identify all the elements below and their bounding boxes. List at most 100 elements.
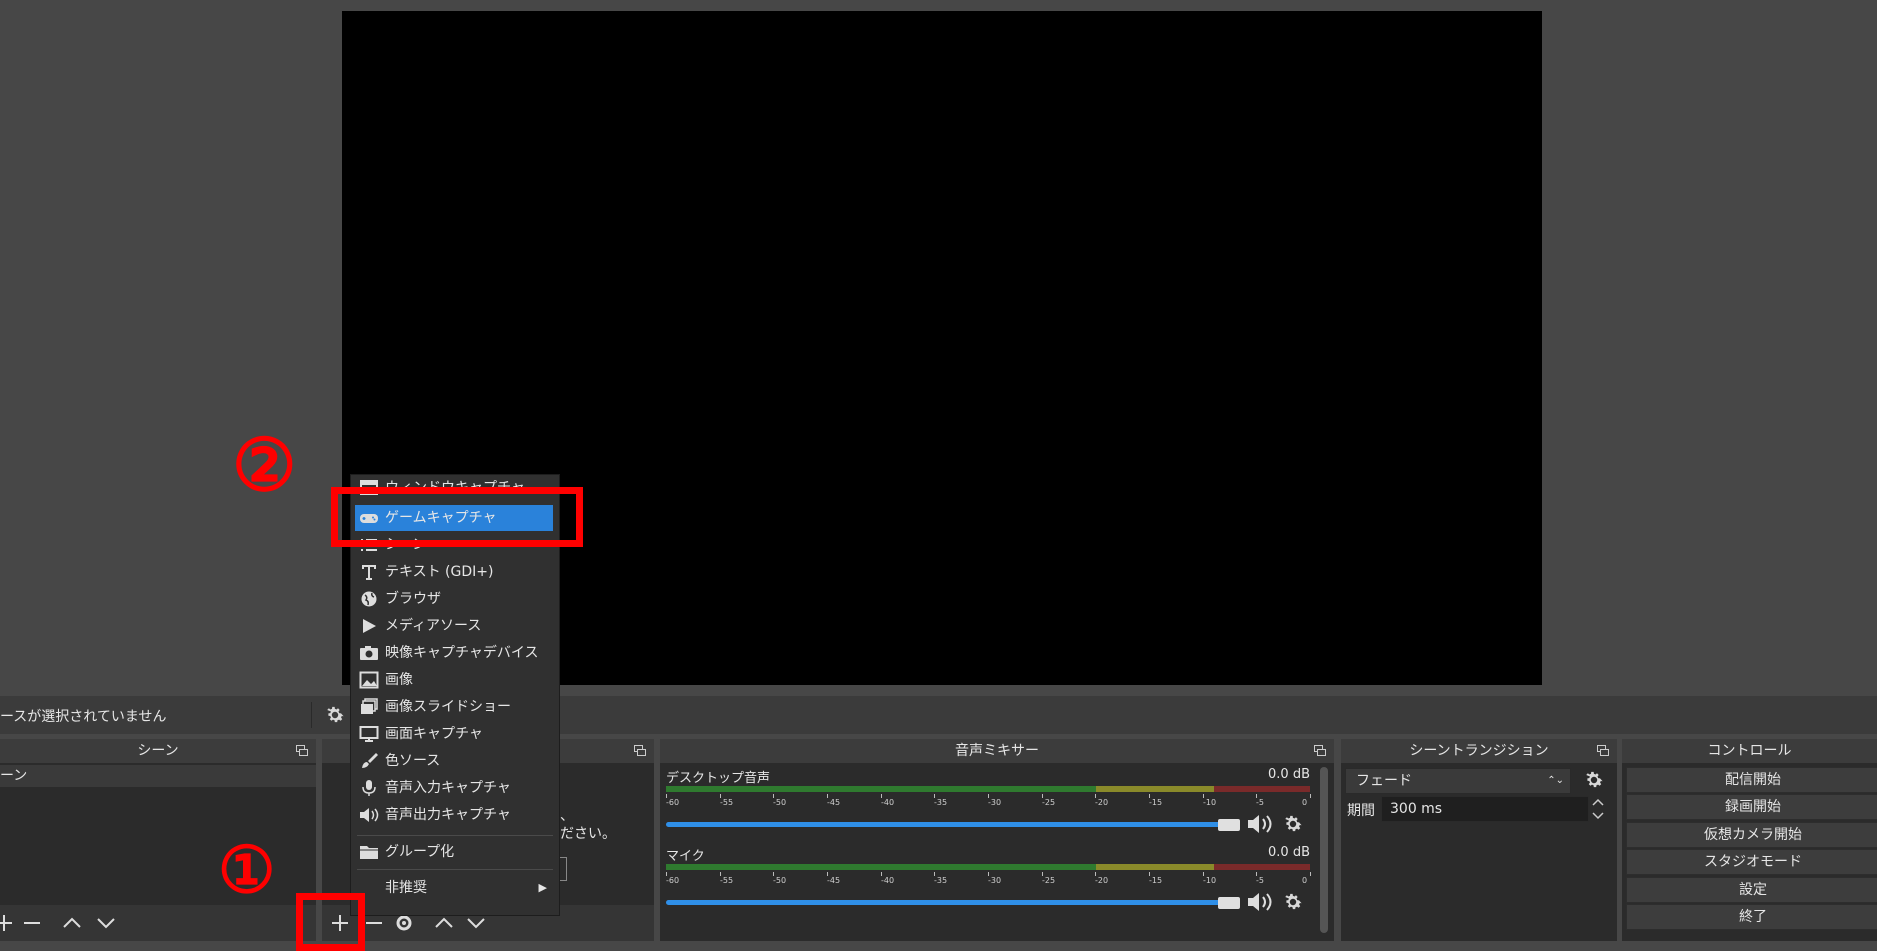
undock-icon[interactable] <box>634 745 646 756</box>
meter-tick-label: -20 <box>1095 798 1109 807</box>
transition-select-value: フェード <box>1356 773 1412 789</box>
undock-icon[interactable] <box>1314 745 1326 756</box>
spin-arrows-icon[interactable] <box>1589 796 1607 822</box>
updown-icon: ⌃⌄ <box>1547 775 1564 786</box>
start-streaming-button[interactable]: 配信開始 <box>1626 767 1877 793</box>
controls-title: コントロール <box>1622 739 1877 763</box>
meter-yellow <box>1096 786 1214 792</box>
meter-ticks: -60 -55 -50 -45 -40 -35 -30 -25 -20 -15 -10 -5 0 <box>666 872 1311 885</box>
meter-tick-mark <box>1310 872 1311 876</box>
divider <box>311 702 312 728</box>
gear-icon[interactable] <box>1282 813 1304 835</box>
source-toolbar: ースが選択されていません <box>0 696 1877 734</box>
undock-icon[interactable] <box>1597 745 1609 756</box>
audio-mixer-dock: 音声ミキサー デスクトップ音声 0.0 dB -60 -55 -50 -45 -40 -3… <box>660 739 1334 941</box>
start-virtual-camera-button[interactable]: 仮想カメラ開始 <box>1626 822 1877 848</box>
studio-mode-button[interactable]: スタジオモード <box>1626 849 1877 875</box>
meter-tick-label: -5 <box>1256 798 1264 807</box>
mixer-title: 音声ミキサー <box>660 739 1334 763</box>
scenes-title: シーン <box>0 739 316 763</box>
meter-tick-label: -10 <box>1203 798 1217 807</box>
meter-tick-label: -50 <box>773 798 787 807</box>
meter-red <box>1214 786 1310 792</box>
scene-item-label: ーン <box>0 768 28 784</box>
meter-tick-label: 0 <box>1302 798 1308 807</box>
menu-item-group[interactable]: グループ化 <box>355 839 553 865</box>
add-icon[interactable] <box>0 911 16 935</box>
gear-icon[interactable] <box>324 704 346 726</box>
menu-item-audio-input-capture[interactable]: 音声入力キャプチャ <box>355 775 553 801</box>
chevron-up-icon[interactable] <box>60 911 84 935</box>
undock-icon[interactable] <box>296 745 308 756</box>
meter-tick-label: -30 <box>988 876 1002 885</box>
meter-tick-label: -10 <box>1203 876 1217 885</box>
channel-name: デスクトップ音声 <box>666 771 771 786</box>
slideshow-icon <box>361 698 378 714</box>
meter-tick-label: -15 <box>1149 876 1163 885</box>
volume-slider[interactable] <box>666 900 1238 905</box>
speaker-icon[interactable] <box>1246 812 1276 836</box>
menu-item-media-source[interactable]: メディアソース <box>355 613 553 639</box>
scenes-toolbar <box>0 905 316 941</box>
sources-hint-line2: ださい。 <box>560 826 616 842</box>
brush-icon <box>362 753 378 768</box>
speaker-icon[interactable] <box>1246 890 1276 914</box>
menu-item-display-capture[interactable]: 画面キャプチャ <box>355 721 553 747</box>
meter-tick-label: 0 <box>1302 876 1308 885</box>
meter-tick-label: -55 <box>720 876 734 885</box>
step-2-marker: ② <box>232 422 297 507</box>
play-icon <box>363 619 376 633</box>
meter-tick-label: -50 <box>773 876 787 885</box>
volume-slider-handle[interactable] <box>1218 897 1240 909</box>
start-recording-button[interactable]: 録画開始 <box>1626 794 1877 820</box>
transitions-title: シーントランジション <box>1341 739 1617 763</box>
no-source-label: ースが選択されていません <box>0 709 167 725</box>
duration-spinbox[interactable]: 300 ms <box>1381 796 1589 822</box>
meter-tick-label: -35 <box>934 798 948 807</box>
settings-button[interactable]: 設定 <box>1626 877 1877 903</box>
menu-item-image[interactable]: 画像 <box>355 667 553 693</box>
transition-select[interactable]: フェード ⌃⌄ <box>1345 768 1571 794</box>
meter-tick-label: -25 <box>1042 798 1056 807</box>
meter-tick-label: -45 <box>827 798 841 807</box>
meter-tick-label: -35 <box>934 876 948 885</box>
image-icon <box>359 671 379 689</box>
text-icon <box>362 565 376 580</box>
meter-tick-label: -60 <box>666 876 680 885</box>
meter-tick-label: -15 <box>1149 798 1163 807</box>
monitor-icon <box>359 726 379 742</box>
menu-item-browser[interactable]: ブラウザ <box>355 586 553 612</box>
meter-green <box>666 786 1096 792</box>
menu-item-video-capture-device[interactable]: 映像キャプチャデバイス <box>355 640 553 666</box>
menu-item-text-gdi[interactable]: テキスト (GDI+) <box>355 559 553 585</box>
meter-tick-label: -45 <box>827 876 841 885</box>
menu-item-audio-output-capture[interactable]: 音声出力キャプチャ <box>355 802 553 828</box>
submenu-arrow-icon: ▶ <box>538 881 547 894</box>
volume-slider-handle[interactable] <box>1218 819 1240 831</box>
channel-name: マイク <box>666 849 705 864</box>
step-1-marker: ① <box>218 833 276 908</box>
gear-icon[interactable] <box>1583 769 1605 791</box>
remove-icon[interactable] <box>20 911 44 935</box>
microphone-icon <box>362 780 376 796</box>
meter-tick-label: -5 <box>1256 876 1264 885</box>
meter-tick-label: -40 <box>881 798 895 807</box>
exit-button[interactable]: 終了 <box>1626 904 1877 930</box>
meter-yellow <box>1096 864 1214 870</box>
menu-item-color-source[interactable]: 色ソース <box>355 748 553 774</box>
channel-db: 0.0 dB <box>1268 845 1310 860</box>
chevron-down-icon[interactable] <box>94 911 118 935</box>
highlight-add-button <box>296 893 365 951</box>
menu-item-image-slideshow[interactable]: 画像スライドショー <box>355 694 553 720</box>
meter-ticks: -60 -55 -50 -45 -40 -35 -30 -25 -20 -15 -10 -5 0 <box>666 794 1311 807</box>
mixer-scrollbar[interactable] <box>1320 767 1328 933</box>
speaker-icon <box>360 808 379 822</box>
gear-icon[interactable] <box>1282 891 1304 913</box>
scene-item[interactable]: ーン <box>0 765 316 787</box>
volume-slider[interactable] <box>666 822 1238 827</box>
meter-red <box>1214 864 1310 870</box>
menu-item-deprecated[interactable]: 非推奨 ▶ <box>355 875 553 901</box>
meter-tick-label: -30 <box>988 798 1002 807</box>
channel-db: 0.0 dB <box>1268 767 1310 782</box>
add-source-button[interactable] <box>560 857 567 881</box>
